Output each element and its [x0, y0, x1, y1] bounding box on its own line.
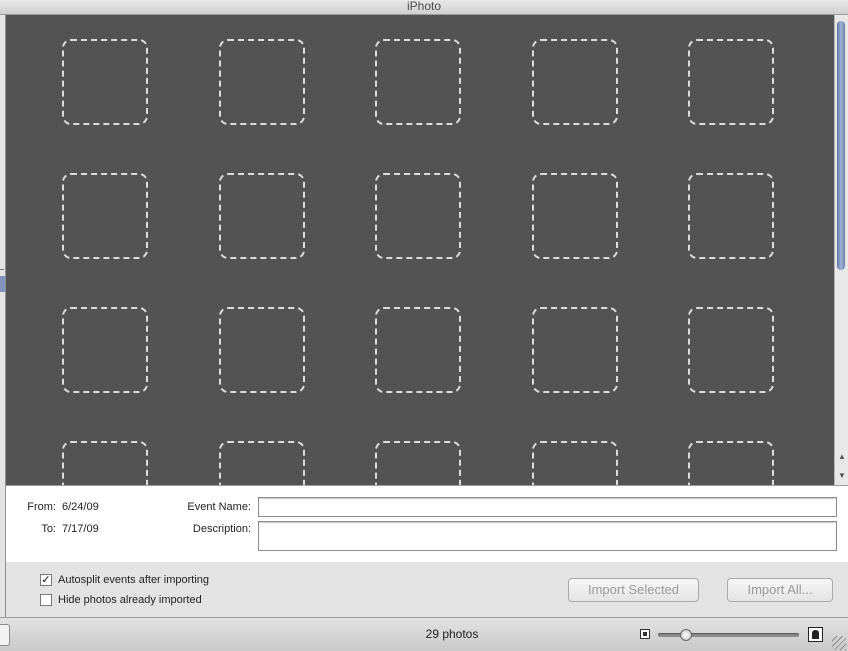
photo-placeholder[interactable]: [62, 39, 148, 125]
autosplit-events-option[interactable]: ✓ Autosplit events after importing: [40, 573, 209, 587]
thumbnail-size-slider[interactable]: [658, 633, 799, 637]
hide-imported-option[interactable]: Hide photos already imported: [40, 593, 202, 607]
photo-placeholder[interactable]: [375, 441, 461, 485]
source-list-divider: [0, 269, 4, 270]
scroll-up-arrow-icon[interactable]: ▲: [836, 451, 848, 463]
photo-placeholder[interactable]: [688, 441, 774, 485]
scrollbar-thumb[interactable]: [837, 21, 845, 270]
import-all-button[interactable]: Import All...: [727, 578, 833, 602]
photo-placeholder[interactable]: [218, 307, 305, 393]
event-name-input[interactable]: [258, 497, 837, 517]
photo-placeholder[interactable]: [375, 173, 461, 259]
window-title: iPhoto: [406, 0, 442, 13]
photo-placeholder[interactable]: [531, 307, 618, 393]
import-options-bar: ✓ Autosplit events after importing Hide …: [6, 562, 848, 617]
photo-placeholder[interactable]: [218, 173, 305, 259]
photo-placeholder[interactable]: [688, 307, 774, 393]
from-label: From:: [27, 501, 56, 513]
to-label: To:: [41, 523, 56, 535]
photo-placeholder[interactable]: [688, 173, 774, 259]
description-input[interactable]: [258, 521, 837, 551]
small-photo-icon[interactable]: [640, 629, 650, 639]
hide-imported-label: Hide photos already imported: [58, 594, 202, 606]
to-date: 7/17/09: [62, 523, 99, 535]
resize-grip-icon[interactable]: [832, 636, 846, 650]
import-selected-button[interactable]: Import Selected: [568, 578, 699, 602]
photo-placeholder[interactable]: [531, 39, 618, 125]
grid-vertical-scrollbar[interactable]: ▲ ▼: [834, 15, 848, 485]
autosplit-label: Autosplit events after importing: [58, 574, 210, 586]
photo-placeholder[interactable]: [531, 173, 618, 259]
photo-placeholder[interactable]: [375, 39, 461, 125]
photo-placeholder[interactable]: [62, 173, 148, 259]
import-photo-grid[interactable]: [6, 15, 834, 485]
photo-placeholder[interactable]: [218, 39, 305, 125]
scroll-down-arrow-icon[interactable]: ▼: [836, 470, 848, 482]
photo-placeholder[interactable]: [688, 39, 774, 125]
from-date: 6/24/09: [62, 501, 99, 513]
photo-placeholder[interactable]: [375, 307, 461, 393]
large-photo-icon[interactable]: [808, 627, 823, 642]
photo-placeholder[interactable]: [62, 307, 148, 393]
description-label: Description:: [192, 523, 251, 535]
event-name-label: Event Name:: [187, 501, 251, 513]
status-bar: 29 photos: [0, 617, 848, 651]
event-info-panel: From: 6/24/09 To: 7/17/09 Event Name: De…: [6, 485, 848, 563]
photo-placeholder[interactable]: [531, 441, 618, 485]
autosplit-checkbox[interactable]: ✓: [40, 574, 52, 586]
hide-imported-checkbox[interactable]: [40, 594, 52, 606]
window-title-bar[interactable]: iPhoto: [0, 0, 848, 15]
photo-placeholder[interactable]: [218, 441, 305, 485]
photo-placeholder[interactable]: [62, 441, 148, 485]
source-list-selected-item[interactable]: [0, 276, 5, 292]
